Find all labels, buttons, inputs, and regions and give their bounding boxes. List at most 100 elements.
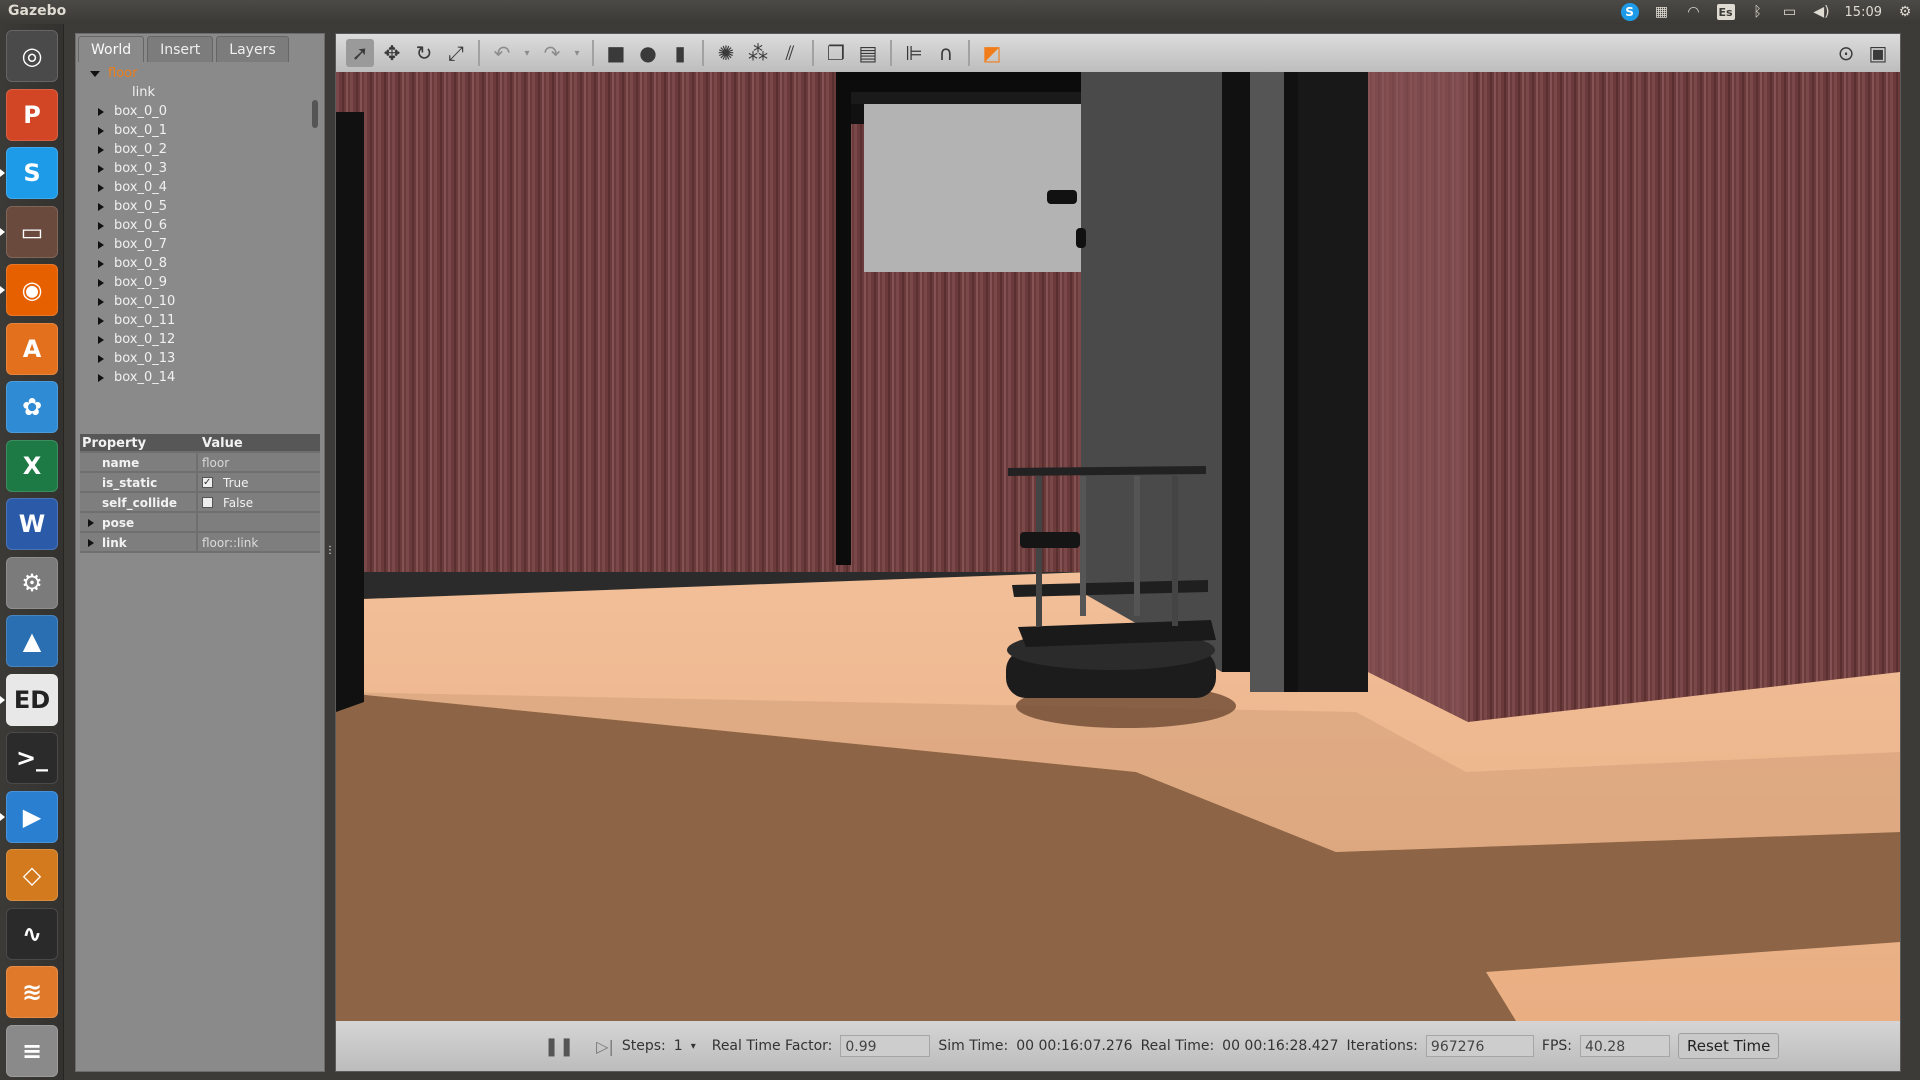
media-player-icon[interactable]: ▶ <box>6 790 58 843</box>
steps-dropdown-icon[interactable]: ▾ <box>691 1041 696 1052</box>
translate-mode-icon[interactable]: ✥ <box>378 39 406 67</box>
clock[interactable]: 15:09 <box>1845 5 1882 20</box>
expand-arrow-icon[interactable] <box>98 336 104 344</box>
excel-icon[interactable]: X <box>6 439 58 492</box>
expand-arrow-icon[interactable] <box>98 127 104 135</box>
select-mode-icon[interactable]: ➚ <box>346 39 374 67</box>
sphere-shape-icon[interactable]: ● <box>634 39 662 67</box>
expand-arrow-icon[interactable] <box>98 317 104 325</box>
firefox-icon[interactable]: ◉ <box>6 264 58 316</box>
property-row-is-static[interactable]: is_static True <box>80 473 320 493</box>
files-icon[interactable]: ▭ <box>6 205 58 258</box>
expand-arrow-icon[interactable] <box>98 279 104 287</box>
workspaces-icon[interactable]: ▦ <box>1653 4 1671 20</box>
tree-item[interactable]: box_0_4 <box>78 178 322 197</box>
copy-icon[interactable]: ❐ <box>822 39 850 67</box>
cylinder-shape-icon[interactable]: ▮ <box>666 39 694 67</box>
tree-item[interactable]: box_0_5 <box>78 197 322 216</box>
name-field[interactable]: floor <box>198 453 320 471</box>
system-monitor-icon[interactable]: ∿ <box>6 907 58 960</box>
redo-icon[interactable]: ↷ <box>538 39 566 67</box>
is-static-checkbox[interactable] <box>202 473 213 493</box>
expand-arrow-icon[interactable] <box>98 355 104 363</box>
tree-item[interactable]: box_0_10 <box>78 292 322 311</box>
expand-arrow-icon[interactable] <box>98 165 104 173</box>
tree-item[interactable]: box_0_0 <box>78 102 322 121</box>
matlab-icon[interactable]: ▲ <box>6 615 58 667</box>
undo-icon[interactable]: ↶ <box>488 39 516 67</box>
redo-dropdown-icon[interactable]: ▾ <box>570 39 584 67</box>
tree-item[interactable]: box_0_3 <box>78 159 322 178</box>
collapse-arrow-icon[interactable] <box>90 71 100 77</box>
property-row-name[interactable]: name floor <box>80 453 320 473</box>
tree-item[interactable]: box_0_2 <box>78 140 322 159</box>
gear-icon[interactable]: ⚙ <box>1896 4 1914 20</box>
word-icon[interactable]: W <box>6 498 58 550</box>
point-light-icon[interactable]: ✺ <box>712 39 740 67</box>
volume-icon[interactable]: ◀) <box>1813 4 1831 20</box>
property-row-self-collide[interactable]: self_collide False <box>80 493 320 513</box>
keyboard-layout-icon[interactable]: Es <box>1716 4 1735 20</box>
tree-item-link[interactable]: link <box>78 83 322 102</box>
steps-spinbox[interactable]: 1 <box>674 1038 683 1054</box>
pause-icon[interactable]: ❚❚ <box>544 1036 574 1057</box>
expand-arrow-icon[interactable] <box>98 260 104 268</box>
tab-layers[interactable]: Layers <box>216 36 289 62</box>
undo-dropdown-icon[interactable]: ▾ <box>520 39 534 67</box>
tree-item[interactable]: box_0_11 <box>78 311 322 330</box>
rotate-mode-icon[interactable]: ↻ <box>410 39 438 67</box>
step-icon[interactable]: ▷| <box>596 1037 614 1056</box>
screenshot-icon[interactable]: ⊙ <box>1832 39 1860 67</box>
tree-item-floor[interactable]: floor <box>78 64 322 83</box>
gazebo-icon[interactable]: ◇ <box>6 849 58 901</box>
bluetooth-icon[interactable]: ᛒ <box>1749 4 1767 20</box>
expand-arrow-icon[interactable] <box>98 108 104 116</box>
tree-item[interactable]: box_0_8 <box>78 254 322 273</box>
powerpoint-icon[interactable]: P <box>6 88 58 141</box>
expand-arrow-icon[interactable] <box>98 241 104 249</box>
software-center-icon[interactable]: A <box>6 322 58 375</box>
expand-arrow-icon[interactable] <box>98 374 104 382</box>
battery-icon[interactable]: ▭ <box>1781 4 1799 20</box>
tree-item[interactable]: box_0_6 <box>78 216 322 235</box>
paste-icon[interactable]: ▤ <box>854 39 882 67</box>
stacked-apps-icon[interactable]: ≋ <box>6 966 58 1018</box>
reset-time-button[interactable]: Reset Time <box>1678 1033 1780 1059</box>
fred-icon[interactable]: ED <box>6 673 58 726</box>
expand-arrow-icon[interactable] <box>98 298 104 306</box>
panel-splitter[interactable]: ⋮ <box>325 545 335 559</box>
tree-item[interactable]: box_0_14 <box>78 368 322 387</box>
log-icon[interactable]: ▣ <box>1864 39 1892 67</box>
tree-item[interactable]: box_0_9 <box>78 273 322 292</box>
expand-arrow-icon[interactable] <box>98 222 104 230</box>
property-row-pose[interactable]: pose <box>80 513 320 533</box>
tree-item[interactable]: box_0_1 <box>78 121 322 140</box>
property-row-link[interactable]: link floor::link <box>80 533 320 553</box>
terminal-icon[interactable]: >_ <box>6 732 58 784</box>
spot-light-icon[interactable]: ⁂ <box>744 39 772 67</box>
tree-item[interactable]: box_0_12 <box>78 330 322 349</box>
wifi-icon[interactable]: ◠ <box>1685 4 1703 20</box>
tree-item[interactable]: box_0_7 <box>78 235 322 254</box>
system-settings-icon[interactable]: ◎ <box>6 30 58 82</box>
expand-arrow-icon[interactable] <box>98 146 104 154</box>
tree-item[interactable]: box_0_13 <box>78 349 322 368</box>
directional-light-icon[interactable]: ⫽ <box>776 39 804 67</box>
tab-world[interactable]: World <box>78 36 145 62</box>
align-icon[interactable]: ⊫ <box>900 39 928 67</box>
tree-scrollbar[interactable] <box>312 100 318 128</box>
skype-icon[interactable]: S <box>6 147 58 199</box>
expand-arrow-icon[interactable] <box>88 519 94 527</box>
3d-scene-view[interactable] <box>336 72 1900 1021</box>
box-shape-icon[interactable]: ■ <box>602 39 630 67</box>
trash-icon[interactable]: ≡ <box>6 1024 58 1077</box>
tools-icon[interactable]: ⚙ <box>6 556 58 609</box>
skype-tray-icon[interactable]: S <box>1620 3 1639 21</box>
expand-arrow-icon[interactable] <box>88 539 94 547</box>
picasa-icon[interactable]: ✿ <box>6 381 58 433</box>
snap-icon[interactable]: ∩ <box>932 39 960 67</box>
expand-arrow-icon[interactable] <box>98 203 104 211</box>
scale-mode-icon[interactable]: ⤢ <box>442 39 470 67</box>
expand-arrow-icon[interactable] <box>98 184 104 192</box>
self-collide-checkbox[interactable] <box>202 497 213 508</box>
